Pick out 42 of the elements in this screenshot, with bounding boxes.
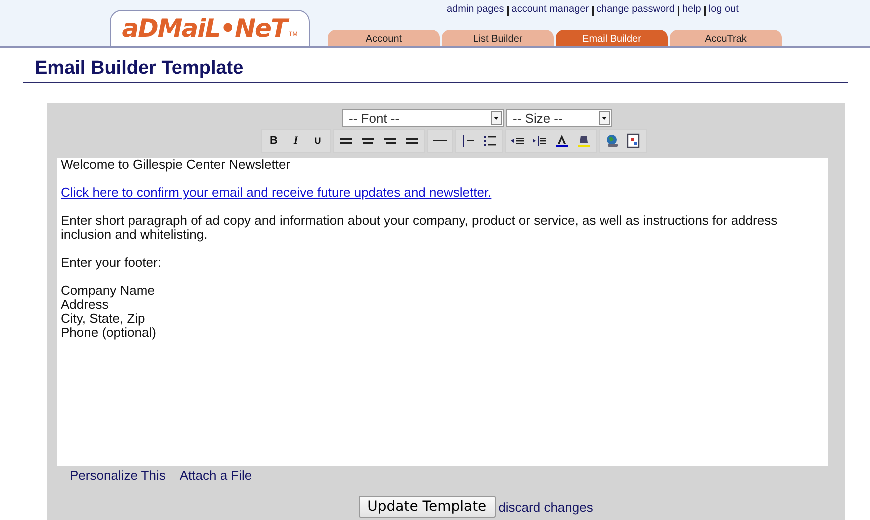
bold-button[interactable]: B xyxy=(264,131,284,151)
editor-text: Company Name xyxy=(61,283,155,298)
numbered-list-icon xyxy=(463,135,474,147)
logo-text: aDMaiL•NeT xyxy=(122,14,288,43)
outdent-icon xyxy=(511,138,524,144)
size-select[interactable]: -- Size -- xyxy=(506,109,612,127)
nav-tab[interactable]: List Builder xyxy=(442,30,554,46)
editor-link[interactable]: Attach a File xyxy=(180,468,252,483)
editor-text: Enter your footer: xyxy=(61,255,162,270)
editor-text: Address xyxy=(61,297,109,312)
discard-changes-link[interactable]: discard changes xyxy=(498,500,594,514)
nav-link[interactable]: help xyxy=(682,4,702,16)
align-center-icon xyxy=(362,138,374,144)
image-icon xyxy=(627,134,640,148)
nav-tab[interactable]: AccuTrak xyxy=(670,30,782,46)
nav-tab[interactable]: Account xyxy=(328,30,440,46)
text-color-icon xyxy=(556,135,568,148)
confirm-link[interactable]: Click here to confirm your email and receive future updates and newsletter. xyxy=(61,185,492,200)
update-template-button[interactable]: Update Template xyxy=(358,496,496,518)
horizontal-rule-icon xyxy=(433,140,447,142)
nav-link[interactable]: admin pages xyxy=(447,4,504,16)
email-editor[interactable] xyxy=(57,158,828,466)
highlight-icon xyxy=(578,136,590,148)
nav-link[interactable]: change password xyxy=(596,4,675,16)
italic-button[interactable]: I xyxy=(286,131,306,151)
bulleted-list-icon xyxy=(484,136,496,146)
page-title: Email Builder Template xyxy=(23,58,848,83)
editor-text: Enter short paragraph of ad copy and information about your company, product or service, as well as instructions for address inclusion and whitelisting. xyxy=(61,213,778,242)
underline-button[interactable]: U xyxy=(308,131,328,151)
editor-text: Welcome to Gillespie Center Newsletter xyxy=(61,157,291,172)
nav-link[interactable]: account manager xyxy=(512,4,590,16)
nav-link[interactable]: log out xyxy=(708,4,739,16)
editor-text: City, State, Zip xyxy=(61,311,146,326)
justify-icon xyxy=(406,138,418,144)
nav-tab[interactable]: Email Builder xyxy=(556,30,668,46)
editor-link[interactable]: Personalize This xyxy=(70,468,166,483)
align-right-icon xyxy=(384,138,396,144)
editor-text: Phone (optional) xyxy=(61,325,156,340)
align-left-icon xyxy=(340,138,352,144)
globe-link-icon xyxy=(607,135,618,147)
indent-icon xyxy=(533,136,546,146)
font-select[interactable]: -- Font -- xyxy=(342,109,504,127)
